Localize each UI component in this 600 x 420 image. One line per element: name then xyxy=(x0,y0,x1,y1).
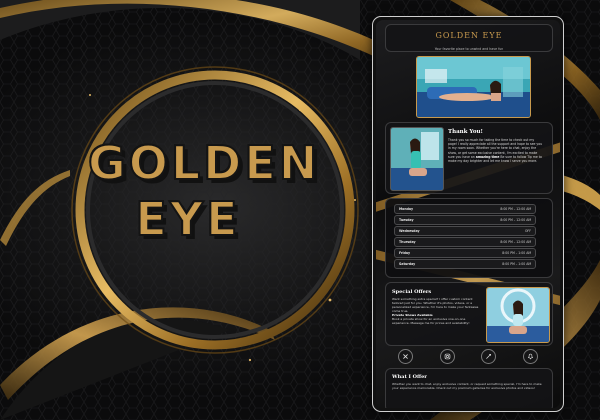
thank-you-card: Thank You! Thank you so much for taking … xyxy=(385,122,553,194)
what-i-offer-body: Whether you want to chat, enjoy exclusiv… xyxy=(392,382,542,390)
schedule-day: Wednesday xyxy=(399,228,420,233)
schedule-row: Tuesday 8:00 PM – 12:00 AM xyxy=(394,215,536,225)
schedule-row: Monday 8:00 PM – 12:00 AM xyxy=(394,204,536,214)
special-offers-text: Want something extra special? I offer cu… xyxy=(392,297,479,313)
schedule-time: 8:00 PM – 1:00 AM xyxy=(502,261,531,266)
link-icon[interactable] xyxy=(481,348,497,364)
what-i-offer-card: What I Offer Whether you want to chat, e… xyxy=(385,368,553,408)
profile-preview-phone[interactable]: GOLDEN EYE Your favorite place to unwind… xyxy=(372,16,564,412)
schedule-day: Monday xyxy=(399,206,414,211)
thank-you-body: Thank you so much for taking the time to… xyxy=(448,138,544,163)
schedule-row: Friday 8:00 PM – 1:00 AM xyxy=(394,248,536,258)
profile-title: GOLDEN EYE xyxy=(435,31,503,40)
special-offers-title: Special Offers xyxy=(392,289,432,295)
schedule-time: 8:00 PM – 12:00 AM xyxy=(500,239,531,244)
schedule-day: Thursday xyxy=(399,239,416,244)
schedule-day: Saturday xyxy=(399,261,416,266)
schedule-time: 8:00 PM – 12:00 AM xyxy=(500,206,531,211)
schedule-row: Thursday 8:00 PM – 12:00 AM xyxy=(394,237,536,247)
snapchat-icon[interactable] xyxy=(522,348,538,364)
schedule-time: OFF xyxy=(525,228,531,233)
schedule-day: Tuesday xyxy=(399,217,414,222)
schedule-day: Friday xyxy=(399,250,411,255)
schedule-row: Wednesday OFF xyxy=(394,226,536,236)
special-offers-photo[interactable] xyxy=(486,287,550,343)
what-i-offer-title: What I Offer xyxy=(392,374,427,380)
social-icons-bar xyxy=(385,347,551,365)
profile-header-card: GOLDEN EYE Your favorite place to unwind… xyxy=(385,24,553,52)
special-offers-card: Special Offers Want something extra spec… xyxy=(385,282,553,346)
private-shows-text: Book a private show for an exclusive one… xyxy=(392,317,470,325)
schedule-row: Saturday 8:00 PM – 1:00 AM xyxy=(394,259,536,269)
schedule-card: Monday 8:00 PM – 12:00 AM Tuesday 8:00 P… xyxy=(385,198,553,278)
schedule-time: 8:00 PM – 12:00 AM xyxy=(500,217,531,222)
profile-subtitle: Your favorite place to unwind and have f… xyxy=(434,47,504,51)
banner-photo[interactable] xyxy=(416,56,531,118)
instagram-icon[interactable] xyxy=(439,348,455,364)
thank-you-photo[interactable] xyxy=(390,127,444,191)
thank-you-title: Thank You! xyxy=(448,129,483,135)
twitter-icon[interactable] xyxy=(398,348,414,364)
schedule-time: 8:00 PM – 1:00 AM xyxy=(502,250,531,255)
special-offers-body: Want something extra special? I offer cu… xyxy=(392,297,482,325)
profile-page[interactable]: GOLDEN EYE Your favorite place to unwind… xyxy=(376,20,560,408)
